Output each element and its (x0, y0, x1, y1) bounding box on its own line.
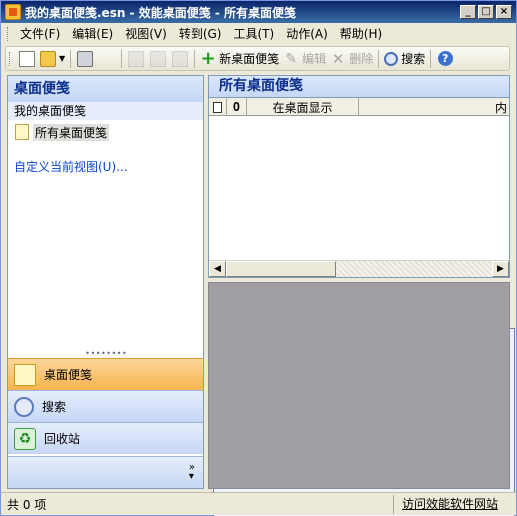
menu-help[interactable]: 帮助(H) (334, 24, 388, 44)
pencil-icon: ✎ (285, 50, 298, 67)
menu-edit[interactable]: 编辑(E) (66, 24, 119, 44)
nav-pane-footer: » ▾ (8, 456, 203, 488)
edit-button[interactable]: ✎ 编辑 (281, 49, 328, 69)
nav-button-label: 桌面便笺 (44, 368, 93, 382)
nav-pane-header: 桌面便笺 (8, 76, 203, 102)
title-bar[interactable]: 我的桌面便笺.esn - 效能桌面便笺 - 所有桌面便笺 _ □ × (1, 1, 516, 23)
list-pane-header: 所有桌面便笺 (208, 75, 510, 97)
minimize-button[interactable]: _ (460, 5, 476, 19)
print-preview-button[interactable] (96, 49, 515, 516)
cut-icon (128, 50, 145, 67)
app-icon[interactable] (5, 4, 21, 20)
notes-list[interactable]: 𝟎 在桌面显示 内 ◀ ▶ (208, 97, 510, 278)
nav-button-label: 回收站 (44, 432, 81, 446)
help-icon: ? (437, 51, 453, 66)
nav-button-search[interactable]: 搜索 (8, 390, 203, 422)
search-button[interactable]: 搜索 (382, 49, 427, 69)
menu-grip[interactable] (7, 27, 10, 41)
column-header-content[interactable]: 内 (359, 98, 509, 116)
navigation-pane: 桌面便笺 我的桌面便笺 所有桌面便笺 自定义当前视图(U)... • • • •… (7, 75, 204, 489)
toolbar-separator (70, 49, 72, 68)
folder-label: 所有桌面便笺 (33, 123, 110, 141)
paperclip-icon: 𝟎 (233, 99, 240, 114)
column-headers: 𝟎 在桌面显示 内 (209, 98, 509, 116)
search-icon (14, 396, 34, 417)
toolbar-separator (194, 49, 196, 68)
column-header-attachment[interactable]: 𝟎 (227, 98, 247, 116)
search-label: 搜索 (401, 52, 426, 66)
toolbar-grip[interactable] (9, 51, 12, 66)
scroll-right-icon[interactable]: ▶ (492, 261, 509, 277)
paste-icon (172, 50, 189, 67)
new-note-label: 新桌面便笺 (219, 52, 280, 66)
new-document-button[interactable] (16, 49, 38, 69)
scroll-thumb[interactable] (226, 261, 336, 277)
column-header-type[interactable] (209, 98, 227, 116)
toolbar-separator (378, 49, 380, 68)
horizontal-scrollbar[interactable]: ◀ ▶ (209, 260, 509, 277)
delete-button[interactable]: ✕ 删除 (328, 49, 375, 69)
open-folder-icon (40, 50, 56, 67)
document-icon (213, 101, 222, 113)
column-header-show-on-desktop[interactable]: 在桌面显示 (247, 98, 359, 116)
menu-tools[interactable]: 工具(T) (227, 24, 280, 44)
delete-x-icon: ✕ (331, 49, 345, 68)
print-button[interactable] (74, 49, 96, 69)
cut-button[interactable] (125, 49, 147, 69)
app-window: 我的桌面便笺.esn - 效能桌面便笺 - 所有桌面便笺 _ □ × 文件(F)… (0, 0, 517, 516)
search-icon (384, 51, 399, 66)
scroll-left-icon[interactable]: ◀ (209, 261, 226, 277)
nav-button-notes[interactable]: 桌面便笺 (8, 358, 203, 390)
new-note-button[interactable]: + 新桌面便笺 (198, 49, 281, 69)
dropdown-arrow-icon[interactable]: ▼ (59, 54, 65, 63)
nav-button-label: 搜索 (42, 400, 67, 414)
folder-item-all-notes[interactable]: 所有桌面便笺 (8, 122, 203, 142)
toolbar: ▼ + 新桌面便笺 ✎ 编辑 ✕ 删除 搜索 ? (5, 46, 515, 516)
menu-bar: 文件(F) 编辑(E) 视图(V) 转到(G) 工具(T) 动作(A) 帮助(H… (1, 23, 516, 45)
website-link[interactable]: 访问效能软件网站 (392, 495, 506, 514)
window-title: 我的桌面便笺.esn - 效能桌面便笺 - 所有桌面便笺 (25, 5, 297, 20)
edit-label: 编辑 (302, 52, 327, 66)
help-button[interactable]: ? (434, 49, 456, 69)
delete-label: 删除 (349, 52, 374, 66)
item-count: 共 0 项 (7, 497, 47, 512)
copy-icon (150, 50, 167, 67)
notes-icon (14, 363, 36, 386)
scroll-track[interactable] (336, 261, 492, 277)
nav-button-recycle-bin[interactable]: ♻ 回收站 (8, 422, 203, 454)
configure-buttons-icon[interactable]: » ▾ (189, 463, 195, 482)
close-button[interactable]: × (496, 5, 512, 19)
recycle-bin-icon: ♻ (14, 427, 36, 450)
toolbar-separator (121, 49, 123, 68)
reading-pane (208, 282, 510, 489)
menu-view[interactable]: 视图(V) (119, 24, 173, 44)
paste-button[interactable] (169, 49, 191, 69)
plus-icon: + (200, 47, 216, 69)
copy-button[interactable] (147, 49, 169, 69)
customize-view-link[interactable]: 自定义当前视图(U)... (14, 158, 203, 175)
menu-file[interactable]: 文件(F) (14, 24, 66, 44)
open-button[interactable]: ▼ (38, 49, 67, 69)
toolbar-separator (430, 49, 432, 68)
maximize-button[interactable]: □ (478, 5, 494, 19)
menu-goto[interactable]: 转到(G) (173, 24, 228, 44)
notes-folder-icon (15, 124, 29, 140)
nav-section-title: 我的桌面便笺 (8, 102, 203, 120)
new-document-icon (19, 50, 35, 67)
status-bar: 共 0 项 访问效能软件网站 (1, 492, 516, 515)
menu-actions[interactable]: 动作(A) (280, 24, 334, 44)
window-controls: _ □ × (460, 5, 512, 19)
printer-icon (77, 50, 94, 67)
